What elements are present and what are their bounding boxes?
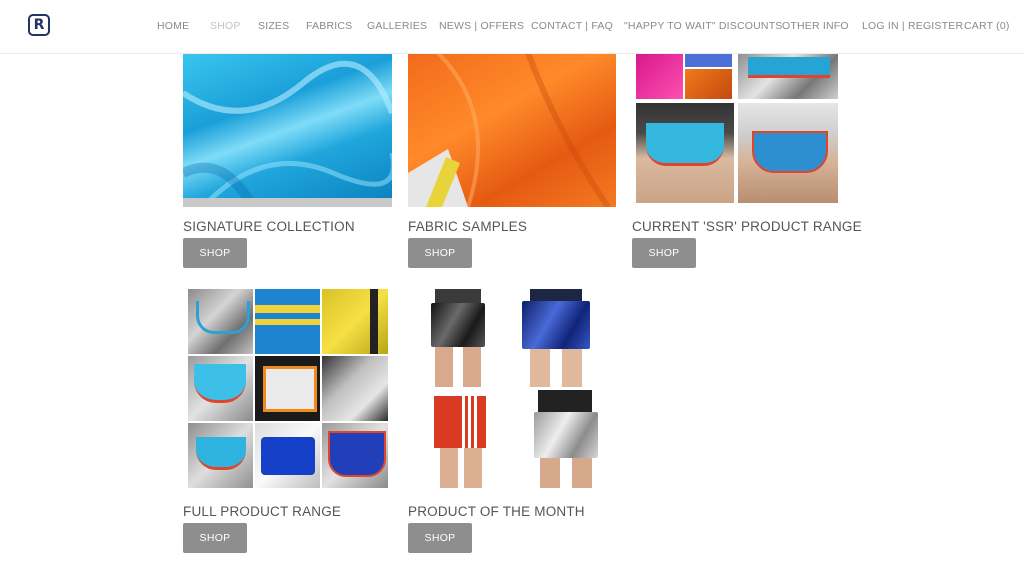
- product-card-signature-collection: SIGNATURE COLLECTION SHOP: [183, 53, 393, 268]
- nav-cart[interactable]: CART (0): [964, 19, 1010, 33]
- product-title[interactable]: FULL PRODUCT RANGE: [183, 504, 341, 519]
- product-image-current-ssr-range[interactable]: [636, 53, 840, 207]
- shop-button[interactable]: SHOP: [632, 238, 696, 268]
- product-image-signature-collection[interactable]: [183, 53, 392, 207]
- shop-button[interactable]: SHOP: [183, 238, 247, 268]
- product-card-full-product-range: FULL PRODUCT RANGE SHOP: [183, 289, 393, 554]
- shop-button[interactable]: SHOP: [408, 238, 472, 268]
- product-image-fabric-samples[interactable]: [408, 53, 616, 207]
- nav-sizes[interactable]: SIZES: [258, 19, 289, 33]
- product-title[interactable]: CURRENT 'SSR' PRODUCT RANGE: [632, 219, 862, 234]
- product-card-current-ssr-range: CURRENT 'SSR' PRODUCT RANGE SHOP: [632, 53, 862, 268]
- nav-galleries[interactable]: GALLERIES: [367, 19, 427, 33]
- nav-other-info[interactable]: OTHER INFO: [782, 19, 849, 33]
- shop-button[interactable]: SHOP: [183, 523, 247, 553]
- product-title[interactable]: SIGNATURE COLLECTION: [183, 219, 355, 234]
- product-card-product-of-the-month: PRODUCT OF THE MONTH SHOP: [408, 289, 618, 554]
- nav-contact-faq[interactable]: CONTACT | FAQ: [531, 19, 613, 33]
- product-card-fabric-samples: FABRIC SAMPLES SHOP: [408, 53, 618, 268]
- site-header: R HOME SHOP SIZES FABRICS GALLERIES NEWS…: [0, 0, 1024, 54]
- nav-shop[interactable]: SHOP: [210, 19, 241, 33]
- product-image-full-product-range[interactable]: [188, 289, 388, 488]
- nav-news-offers[interactable]: NEWS | OFFERS: [439, 19, 524, 33]
- nav-login-register[interactable]: LOG IN | REGISTER: [862, 19, 963, 33]
- shop-button[interactable]: SHOP: [408, 523, 472, 553]
- nav-home[interactable]: HOME: [157, 19, 189, 33]
- nav-fabrics[interactable]: FABRICS: [306, 19, 352, 33]
- product-title[interactable]: PRODUCT OF THE MONTH: [408, 504, 585, 519]
- main-nav: HOME SHOP SIZES FABRICS GALLERIES NEWS |…: [0, 19, 1024, 35]
- product-image-product-of-the-month[interactable]: [408, 289, 616, 488]
- nav-happy-to-wait-discounts[interactable]: "HAPPY TO WAIT" DISCOUNTS: [624, 19, 783, 33]
- product-title[interactable]: FABRIC SAMPLES: [408, 219, 527, 234]
